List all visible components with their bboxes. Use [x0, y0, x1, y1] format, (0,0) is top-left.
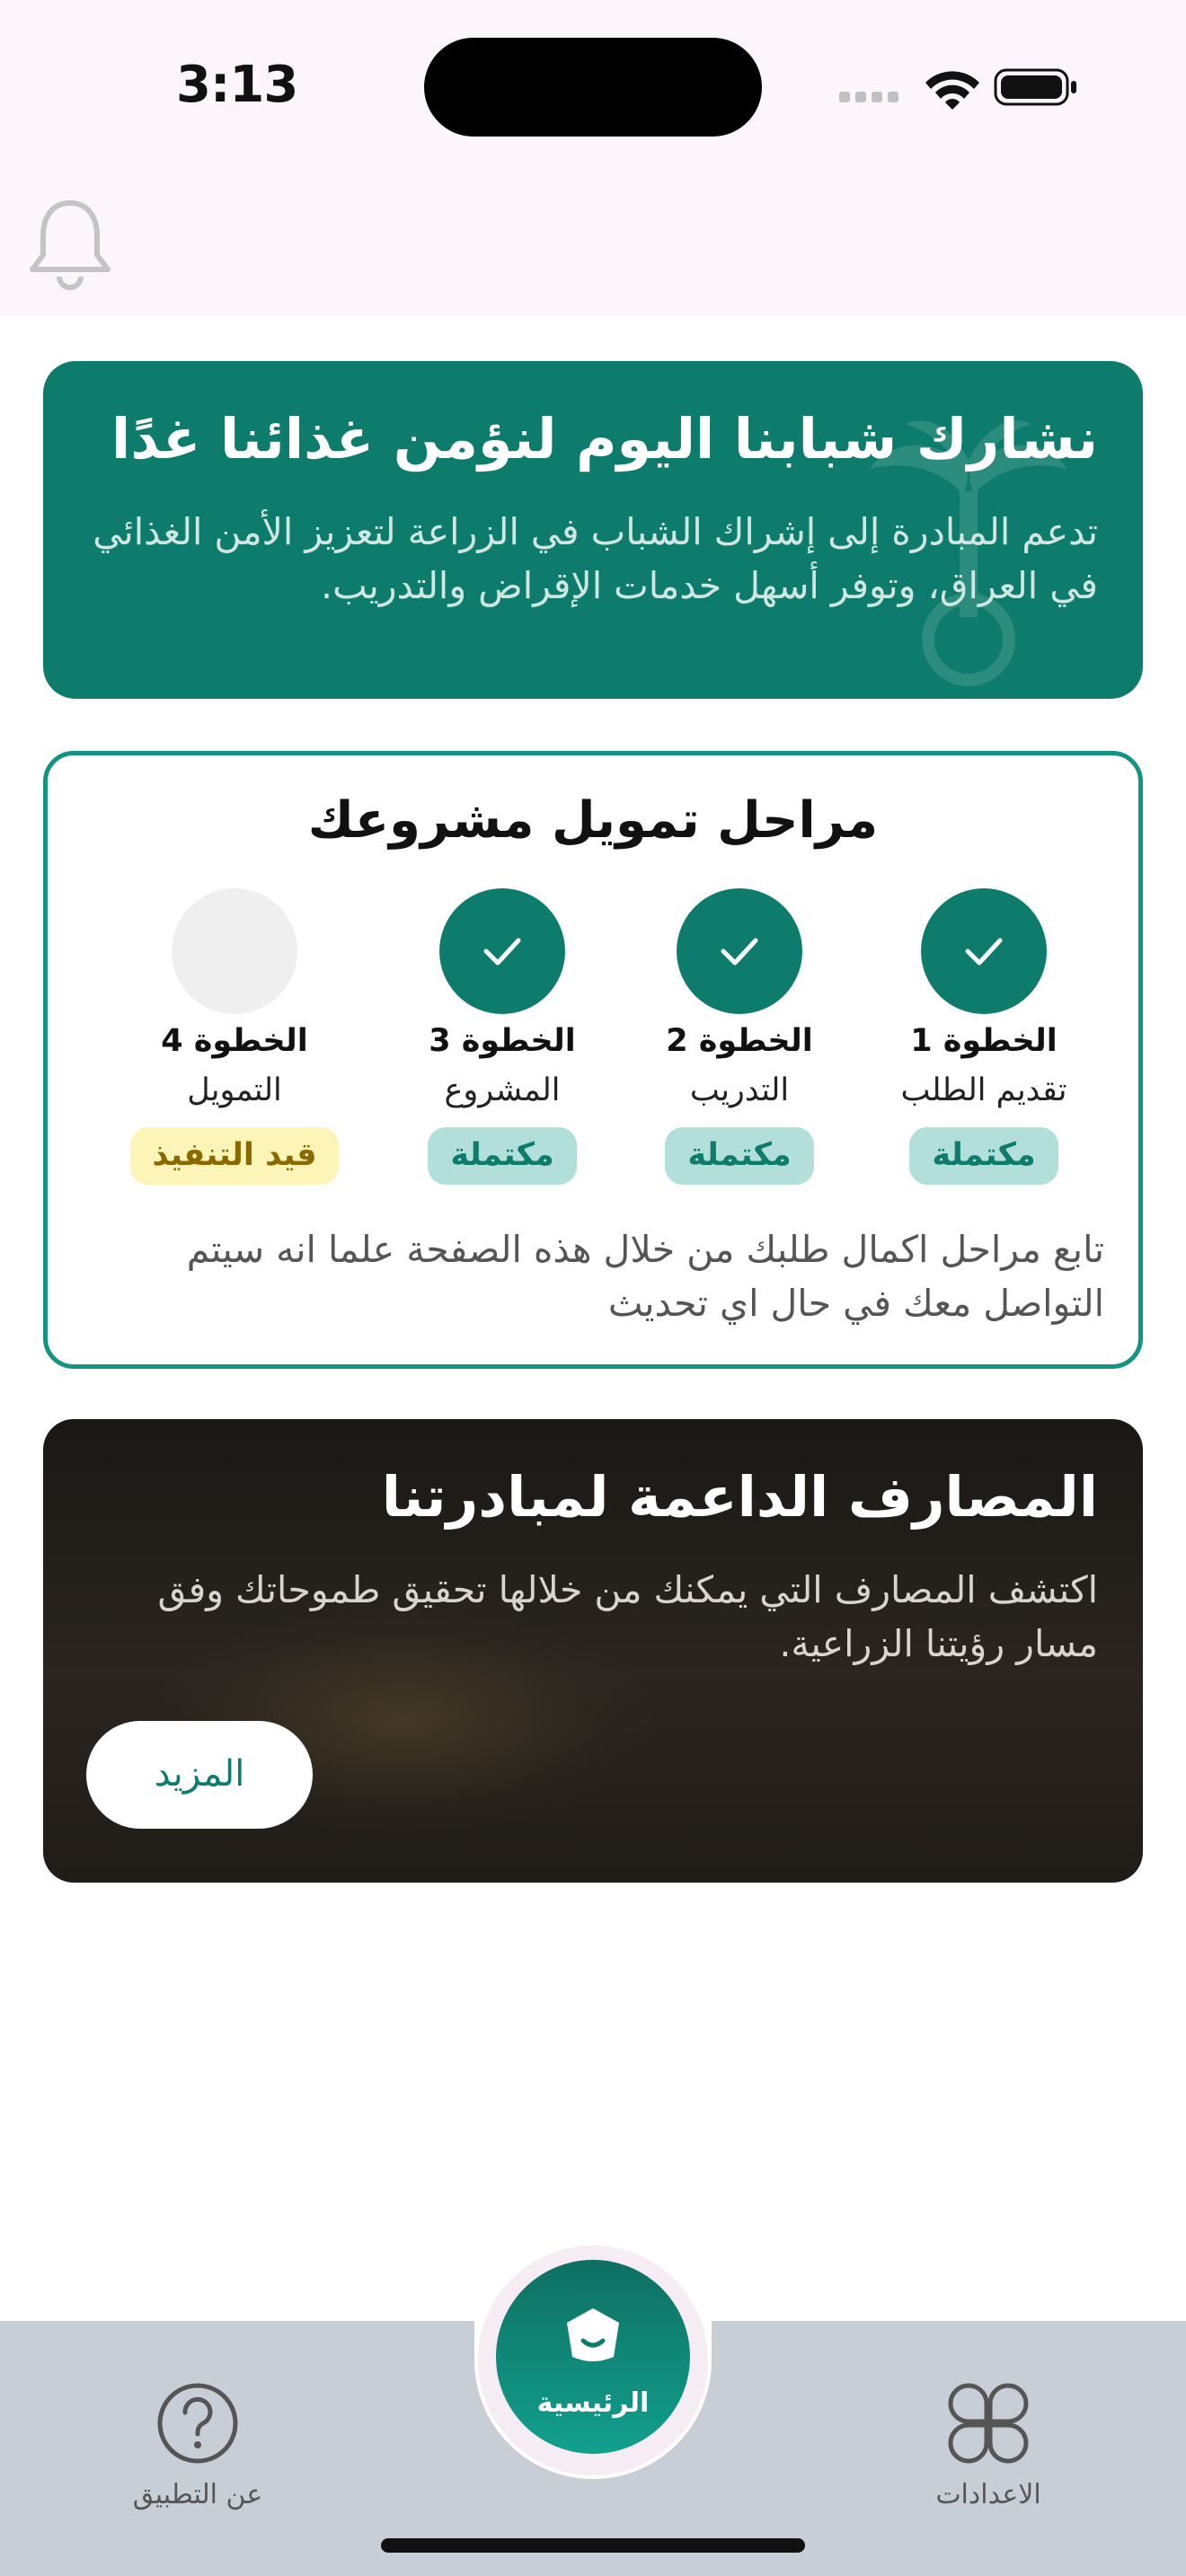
step-4-status-badge: قيد التنفيذ — [130, 1127, 339, 1185]
step-2-subtitle: التدريب — [689, 1072, 790, 1108]
step-1[interactable]: الخطوة 1 تقديم الطلب مكتملة — [867, 888, 1101, 1194]
step-4-title: الخطوة 4 — [161, 1023, 308, 1059]
step-2-indicator — [677, 888, 802, 1014]
nav-label-settings: الاعدادات — [935, 2479, 1041, 2510]
nav-item-about[interactable]: عن التطبيق — [108, 2378, 288, 2513]
step-4-subtitle: التمويل — [187, 1072, 282, 1108]
settings-grid-icon — [948, 2383, 1029, 2464]
help-circle-icon — [157, 2383, 238, 2464]
nav-label-about: عن التطبيق — [132, 2479, 263, 2510]
step-4[interactable]: الخطوة 4 التمويل قيد التنفيذ — [118, 888, 351, 1194]
banks-description: اكتشف المصارف التي يمكنك من خلالها تحقيق… — [157, 1568, 1098, 1665]
home-icon — [567, 2308, 619, 2361]
app-header: 3:13 — [0, 0, 1186, 316]
banks-title: المصارف الداعمة لمبادرتنا — [381, 1464, 1098, 1530]
step-3-subtitle: المشروع — [444, 1072, 561, 1108]
stages-note: تابع مراحل اكمال طلبك من خلال هذه الصفحة… — [186, 1228, 1104, 1325]
step-2[interactable]: الخطوة 2 التدريب مكتملة — [623, 888, 856, 1194]
status-icons — [839, 68, 1076, 110]
step-1-title: الخطوة 1 — [910, 1023, 1058, 1059]
funding-stages-card: مراحل تمويل مشروعك الخطوة 1 تقديم الطلب … — [43, 751, 1143, 1369]
step-3-title: الخطوة 3 — [429, 1023, 576, 1059]
home-indicator — [381, 2538, 805, 2553]
status-time: 3:13 — [176, 56, 298, 114]
nav-item-home[interactable]: الرئيسية — [496, 2260, 690, 2454]
check-icon — [965, 938, 1003, 966]
cellular-signal-icon — [839, 92, 898, 102]
banner-title: نشارك شبابنا اليوم لنؤمن غذائنا غدًا — [111, 406, 1098, 472]
step-3-status-badge: مكتملة — [428, 1127, 577, 1185]
supporting-banks-card: المصارف الداعمة لمبادرتنا اكتشف المصارف … — [43, 1419, 1143, 1883]
banner-description: تدعم المبادرة إلى إشراك الشباب في الزراع… — [93, 510, 1098, 607]
step-1-subtitle: تقديم الطلب — [900, 1072, 1067, 1108]
step-2-title: الخطوة 2 — [666, 1023, 813, 1059]
more-button[interactable]: المزيد — [86, 1721, 313, 1829]
wifi-icon — [925, 71, 979, 110]
step-1-indicator — [921, 888, 1047, 1014]
battery-icon — [994, 68, 1076, 106]
step-3[interactable]: الخطوة 3 المشروع مكتملة — [385, 888, 619, 1194]
nav-label-home: الرئيسية — [536, 2387, 650, 2419]
nav-item-settings[interactable]: الاعدادات — [898, 2378, 1078, 2513]
check-icon — [721, 938, 758, 966]
step-1-status-badge: مكتملة — [909, 1127, 1058, 1185]
step-4-indicator — [172, 888, 297, 1014]
check-icon — [483, 938, 521, 966]
step-2-status-badge: مكتملة — [665, 1127, 814, 1185]
bell-icon[interactable] — [25, 196, 115, 293]
dynamic-island — [424, 38, 762, 137]
step-3-indicator — [439, 888, 565, 1014]
stages-title: مراحل تمويل مشروعك — [307, 791, 879, 850]
hero-banner: نشارك شبابنا اليوم لنؤمن غذائنا غدًا تدع… — [43, 361, 1143, 699]
